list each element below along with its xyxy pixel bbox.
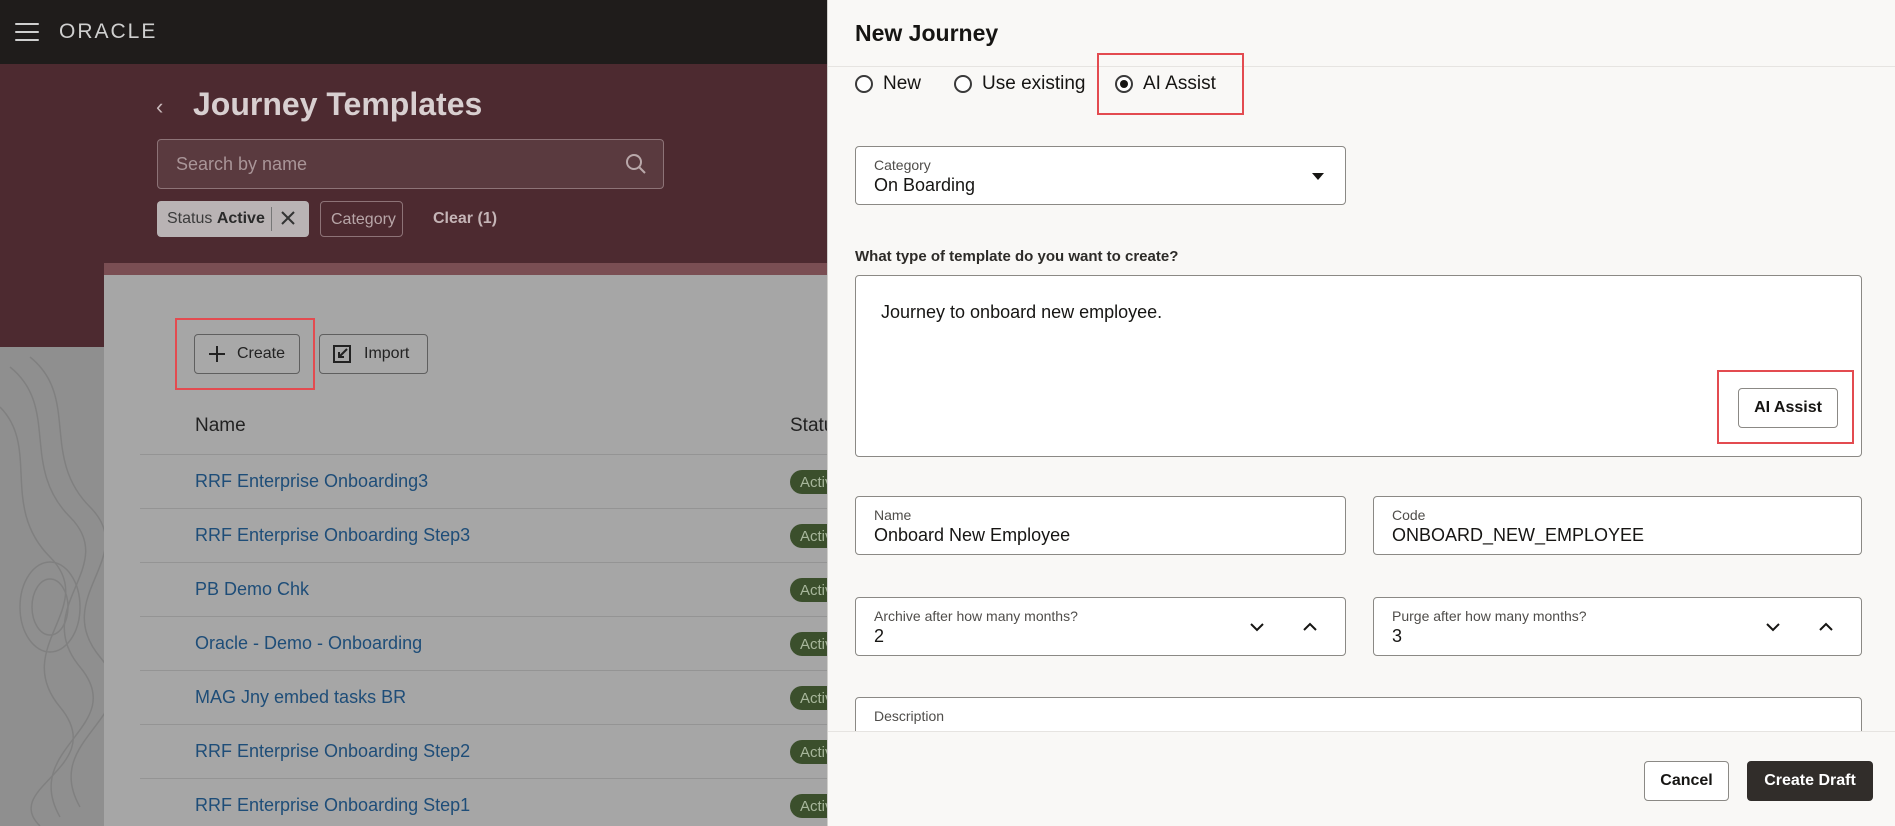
template-name-link[interactable]: Oracle - Demo - Onboarding	[195, 633, 422, 654]
import-button[interactable]: Import	[319, 334, 428, 374]
table-row[interactable]: MAG Jny embed tasks BR Active	[140, 670, 850, 724]
radio-circle-icon[interactable]	[954, 75, 972, 93]
cancel-button[interactable]: Cancel	[1644, 761, 1729, 801]
chevron-up-icon[interactable]	[1301, 618, 1319, 636]
category-select[interactable]: Category On Boarding	[855, 146, 1346, 205]
table-row[interactable]: RRF Enterprise Onboarding Step3 Active	[140, 508, 850, 562]
prompt-question: What type of template do you want to cre…	[855, 248, 1179, 265]
name-value: Onboard New Employee	[874, 525, 1071, 545]
archive-stepper[interactable]: Archive after how many months? 2	[855, 597, 1346, 656]
drawer-footer: Cancel Create Draft	[828, 731, 1895, 826]
divider	[828, 66, 1895, 67]
archive-label: Archive after how many months?	[874, 608, 1078, 624]
drawer-title: New Journey	[855, 20, 999, 46]
category-label: Category	[874, 157, 931, 173]
topographic-pattern	[0, 356, 104, 826]
radio-label: Use existing	[982, 73, 1086, 94]
status-filter-label: Status	[167, 210, 213, 227]
chevron-down-icon[interactable]	[1248, 618, 1266, 636]
table-row[interactable]: PB Demo Chk Active	[140, 562, 850, 616]
table-row[interactable]: RRF Enterprise Onboarding3 Active	[140, 454, 850, 508]
clear-filters-link[interactable]: Clear (1)	[433, 210, 497, 228]
table-row[interactable]: RRF Enterprise Onboarding Step2 Active	[140, 724, 850, 778]
code-field[interactable]: Code ONBOARD_NEW_EMPLOYEE	[1373, 496, 1862, 555]
create-button-label: Create	[237, 345, 286, 362]
template-name-link[interactable]: PB Demo Chk	[195, 579, 309, 600]
hamburger-menu-icon[interactable]	[15, 23, 39, 41]
category-filter-chip[interactable]: Category	[320, 201, 403, 237]
name-label: Name	[874, 507, 912, 523]
status-filter-value: Active	[216, 210, 265, 227]
radio-label: AI Assist	[1143, 73, 1216, 94]
status-filter-chip[interactable]: Status Active	[157, 201, 309, 237]
oracle-logo: ORACLE	[59, 20, 158, 43]
purge-value: 3	[1392, 626, 1403, 646]
search-placeholder: Search by name	[176, 154, 308, 174]
radio-ai-assist[interactable]: AI Assist	[1115, 72, 1216, 96]
template-name-link[interactable]: RRF Enterprise Onboarding Step2	[195, 741, 470, 762]
caret-down-icon[interactable]	[1312, 173, 1324, 180]
template-name-link[interactable]: RRF Enterprise Onboarding Step3	[195, 525, 470, 546]
card-decoration	[104, 263, 830, 275]
create-button[interactable]: Create	[194, 334, 300, 374]
radio-new[interactable]: New	[855, 72, 921, 96]
import-button-label: Import	[364, 345, 410, 362]
chip-divider	[271, 207, 272, 231]
close-icon[interactable]	[277, 207, 299, 229]
name-column-header[interactable]: Name	[195, 415, 246, 437]
code-value: ONBOARD_NEW_EMPLOYEE	[1392, 525, 1645, 545]
category-value: On Boarding	[874, 175, 976, 195]
template-name-link[interactable]: RRF Enterprise Onboarding Step1	[195, 795, 470, 816]
create-draft-button[interactable]: Create Draft	[1747, 761, 1873, 801]
purge-stepper[interactable]: Purge after how many months? 3	[1373, 597, 1862, 656]
search-input[interactable]: Search by name	[157, 139, 664, 189]
templates-table: RRF Enterprise Onboarding3 Active RRF En…	[140, 454, 850, 826]
purge-label: Purge after how many months?	[1392, 608, 1587, 624]
radio-selected-icon[interactable]	[1115, 75, 1133, 93]
import-icon	[333, 345, 351, 363]
radio-label: New	[883, 73, 922, 94]
prompt-textarea[interactable]: Journey to onboard new employee.	[855, 275, 1862, 457]
radio-circle-icon[interactable]	[855, 75, 873, 93]
description-label: Description	[874, 708, 945, 724]
chevron-up-icon[interactable]	[1817, 618, 1835, 636]
name-field[interactable]: Name Onboard New Employee	[855, 496, 1346, 555]
ai-assist-button[interactable]: AI Assist	[1738, 388, 1838, 428]
archive-value: 2	[874, 626, 885, 646]
radio-use-existing[interactable]: Use existing	[954, 72, 1086, 96]
template-name-link[interactable]: RRF Enterprise Onboarding3	[195, 471, 428, 492]
template-name-link[interactable]: MAG Jny embed tasks BR	[195, 687, 406, 708]
chevron-down-icon[interactable]	[1764, 618, 1782, 636]
plus-icon	[209, 346, 225, 362]
page-title: Journey Templates	[193, 86, 483, 122]
prompt-text: Journey to onboard new employee.	[881, 302, 1163, 322]
table-row[interactable]: Oracle - Demo - Onboarding Active	[140, 616, 850, 670]
code-label: Code	[1392, 507, 1426, 523]
back-chevron-icon[interactable]: ‹	[156, 94, 163, 120]
search-icon[interactable]	[625, 153, 647, 175]
table-row[interactable]: RRF Enterprise Onboarding Step1 Active	[140, 778, 850, 826]
new-journey-drawer: New Journey New Use existing AI Assist C…	[827, 0, 1895, 826]
